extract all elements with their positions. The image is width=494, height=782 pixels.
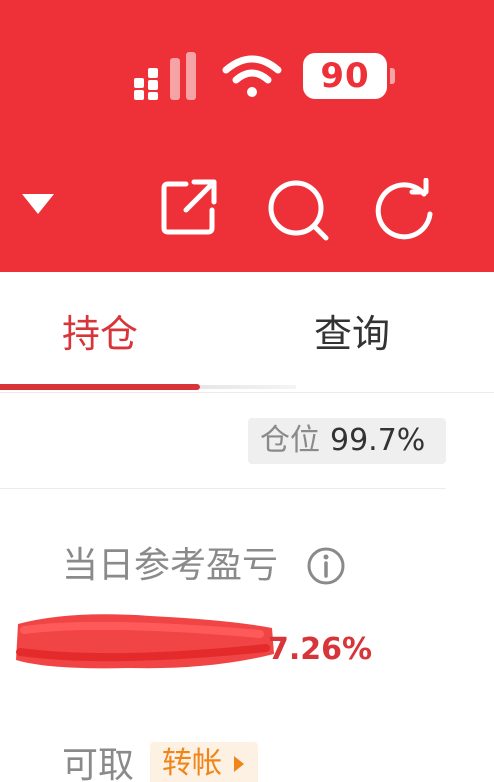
tab-query[interactable]: 查询 xyxy=(314,310,390,358)
dropdown-icon[interactable] xyxy=(20,190,56,216)
info-icon[interactable] xyxy=(306,546,346,586)
battery-indicator: 90 xyxy=(303,53,387,99)
transfer-label: 转帐 xyxy=(162,746,222,781)
divider xyxy=(0,488,446,489)
wifi-icon xyxy=(222,55,282,97)
divider xyxy=(0,392,494,393)
daily-pnl-value: 7.26% xyxy=(268,632,373,667)
tab-holdings[interactable]: 持仓 xyxy=(62,310,138,358)
share-icon[interactable] xyxy=(160,178,218,236)
tab-indicator-track xyxy=(200,385,296,389)
chevron-right-icon xyxy=(234,756,244,772)
tab-bar: 持仓 查询 xyxy=(0,272,494,394)
battery-tip xyxy=(390,68,395,84)
transfer-button[interactable]: 转帐 xyxy=(150,742,258,782)
app-header: 90 xyxy=(0,0,494,272)
withdrawable-label: 可取 xyxy=(62,745,135,782)
position-value: 99.7% xyxy=(330,423,426,458)
daily-pnl-label: 当日参考盈亏 xyxy=(62,545,279,586)
active-tab-indicator xyxy=(0,384,200,390)
search-icon[interactable] xyxy=(266,178,330,242)
position-label: 仓位 xyxy=(260,423,320,458)
position-ratio-badge: 仓位 99.7% xyxy=(248,418,446,464)
refresh-icon[interactable] xyxy=(374,178,436,240)
redaction-scribble xyxy=(16,614,274,669)
cellular-signal-icon xyxy=(134,52,196,100)
